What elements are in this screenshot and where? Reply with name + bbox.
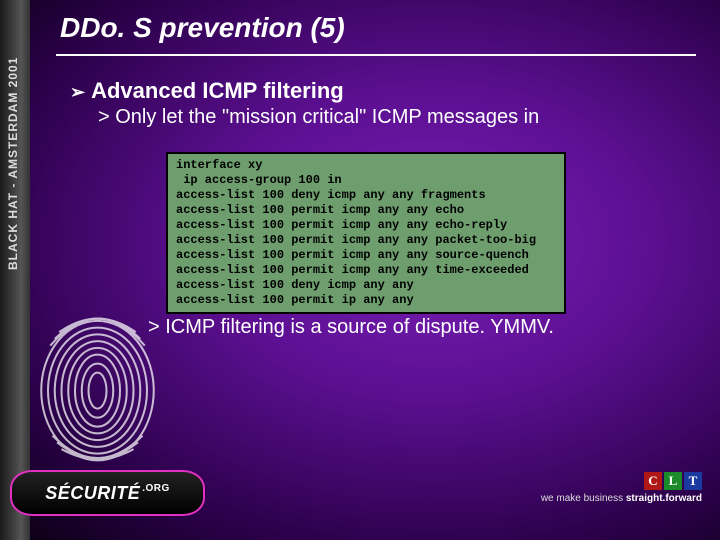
fingerprint-graphic (30, 300, 165, 470)
logo-suffix: .ORG (142, 483, 170, 494)
arrow-icon: ➢ (70, 82, 85, 103)
heading-text: Advanced ICMP filtering (91, 78, 344, 103)
clt-tagline-pre: we make business (541, 493, 626, 504)
clt-tagline-bold: straight.forward (626, 493, 702, 504)
left-strip-label: BLACK HAT - AMSTERDAM 2001 (6, 57, 20, 270)
code-block: interface xy ip access-group 100 in acce… (166, 152, 566, 314)
content-area: ➢ Advanced ICMP filtering > Only let the … (70, 78, 690, 129)
footnote-line: > ICMP filtering is a source of dispute.… (148, 316, 554, 339)
subheading-line: > Only let the "mission critical" ICMP m… (98, 106, 690, 129)
subheading-text: Only let the "mission critical" ICMP mes… (115, 106, 539, 128)
clt-logo: C L T we make business straight.forward (541, 472, 702, 504)
title-underline (56, 54, 696, 56)
heading-line: ➢ Advanced ICMP filtering (70, 78, 690, 104)
clt-tagline: we make business straight.forward (541, 493, 702, 504)
slide: BLACK HAT - AMSTERDAM 2001 DDo. S preven… (0, 0, 720, 540)
page-title: DDo. S prevention (5) (60, 12, 345, 44)
chevron-icon: > (98, 106, 115, 128)
securite-logo: SÉCURITÉ.ORG (10, 470, 205, 516)
logo-name: SÉCURITÉ (45, 483, 140, 503)
clt-t-box: T (684, 472, 702, 490)
clt-c-box: C (644, 472, 662, 490)
clt-l-box: L (664, 472, 682, 490)
footnote-text: ICMP filtering is a source of dispute. Y… (165, 316, 554, 338)
